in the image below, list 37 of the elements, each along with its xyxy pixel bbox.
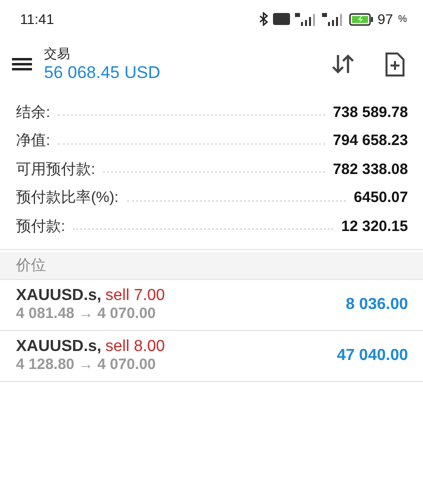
current-price: 4 070.00 (97, 305, 156, 322)
position-symbol: XAUUSD.s, (16, 287, 102, 304)
position-profit: 47 040.00 (336, 346, 408, 364)
signal-icon (322, 12, 344, 26)
summary-label: 可用预付款: (16, 160, 96, 179)
arrow-glyph: → (78, 305, 94, 322)
signal-icon (294, 12, 317, 26)
summary-label: 净值: (16, 131, 50, 150)
summary-label: 预付款: (16, 216, 66, 236)
order-type: sell 8.00 (105, 338, 165, 355)
position-row[interactable]: XAUUSD.s, sell 8.00 4 128.80 → 4 070.00 47 040.00 (0, 330, 423, 382)
open-price: 4 128.80 (16, 356, 74, 373)
battery-percent: 97 (378, 11, 394, 27)
status-time: 11:41 (20, 11, 54, 27)
menu-icon[interactable] (12, 56, 32, 72)
arrow-glyph: → (78, 356, 94, 373)
position-profit: 8 036.00 (346, 296, 408, 314)
open-price: 4 081.48 (16, 305, 74, 322)
account-balance: 56 068.45 USD (44, 63, 162, 83)
summary-value: 782 338.08 (332, 160, 408, 178)
summary-label: 预付款比率(%): (16, 188, 118, 208)
summary-value: 6450.07 (354, 189, 408, 206)
order-type: sell 7.00 (105, 287, 165, 304)
bluetooth-icon (258, 12, 268, 26)
position-row[interactable]: XAUUSD.s, sell 7.00 4 081.48 → 4 070.00 8 036.00 (0, 280, 423, 330)
new-document-icon[interactable] (385, 52, 405, 76)
summary-value: 794 658.23 (332, 132, 408, 150)
position-symbol: XAUUSD.s, (16, 338, 102, 355)
summary-label: 结余: (16, 102, 50, 122)
summary-value: 738 589.78 (332, 104, 408, 121)
battery-icon (348, 12, 373, 26)
summary-value: 12 320.15 (341, 218, 408, 235)
sort-icon[interactable] (331, 52, 355, 76)
percent-sign: % (398, 14, 407, 24)
current-price: 4 070.00 (97, 356, 156, 373)
screen-title: 交易 (44, 45, 71, 63)
section-title: 价位 (16, 256, 46, 274)
